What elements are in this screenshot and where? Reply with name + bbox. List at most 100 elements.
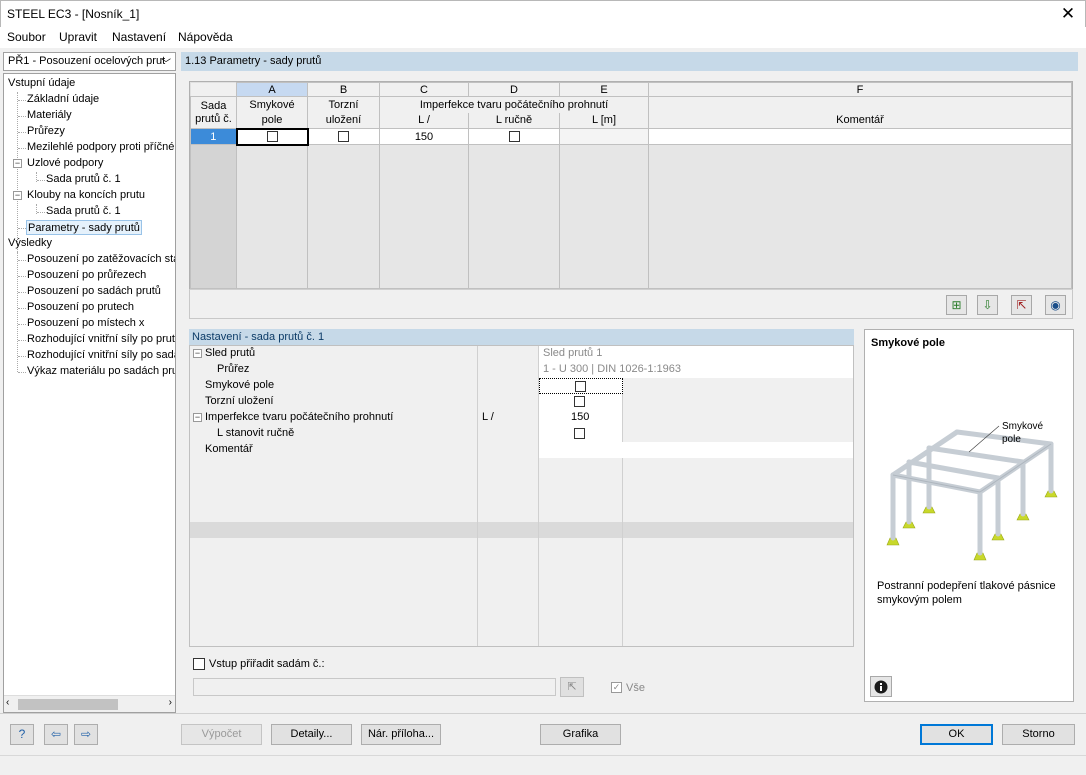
tree-item-zakladni-udaje[interactable]: Základní údaje bbox=[27, 92, 99, 107]
tree-item-sada-1-klouby[interactable]: Sada prutů č. 1 bbox=[46, 204, 121, 219]
status-bar bbox=[0, 755, 1086, 775]
settings-row-prurez[interactable]: Průřez 1 - U 300 | DIN 1026-1:1963 bbox=[190, 362, 853, 378]
info-panel: Smykové pole Smykové pole Postranní pode… bbox=[864, 329, 1074, 702]
assign-input[interactable] bbox=[193, 678, 556, 696]
menu-soubor[interactable]: Soubor bbox=[7, 30, 46, 44]
pick-sets-icon[interactable]: ⇱ bbox=[560, 677, 584, 697]
col-letter-f[interactable]: F bbox=[648, 82, 1072, 97]
col-b-header-bottom: uložení bbox=[307, 112, 380, 129]
prurez-label: Průřez bbox=[217, 363, 250, 375]
settings-row-komentar[interactable]: Komentář bbox=[190, 442, 853, 458]
next-icon[interactable]: ⇨ bbox=[74, 724, 98, 745]
row-header-top: Sada bbox=[200, 99, 227, 112]
tree-item-uzlove-podpory[interactable]: Uzlové podpory bbox=[27, 156, 103, 171]
parameters-grid: A B C D E F Sada prutů č. Smykové Torzní… bbox=[189, 81, 1073, 319]
checkbox-torzni-ulozeni[interactable] bbox=[338, 131, 350, 143]
tree-item-prurezy[interactable]: Průřezy bbox=[27, 124, 65, 139]
tree-item-sily-pruty[interactable]: Rozhodující vnitřní síly po prute bbox=[27, 332, 175, 347]
detaily-button[interactable]: Detaily... bbox=[271, 724, 352, 745]
cell-imperfekce-l[interactable]: 150 bbox=[379, 128, 469, 145]
l-rucne-label: L stanovit ručně bbox=[217, 427, 295, 439]
settings-row-l-rucne[interactable]: L stanovit ručně bbox=[190, 426, 853, 442]
view-eye-icon[interactable]: ◉ bbox=[1045, 295, 1066, 315]
storno-button[interactable]: Storno bbox=[1002, 724, 1075, 745]
settings-row-torzni[interactable]: Torzní uložení bbox=[190, 394, 853, 410]
excel-import-icon[interactable]: ⇩ bbox=[977, 295, 998, 315]
collapse-icon[interactable]: − bbox=[193, 413, 202, 422]
cell-l-rucne[interactable] bbox=[468, 128, 560, 145]
imperfekce-label: Imperfekce tvaru počátečního prohnutí bbox=[205, 411, 394, 423]
navigator-scrollbar[interactable]: ‹ › bbox=[4, 695, 175, 712]
col-letter-b[interactable]: B bbox=[307, 82, 380, 97]
settings-row-smykove[interactable]: Smykové pole bbox=[190, 378, 853, 394]
tree-item-vysledky[interactable]: Výsledky bbox=[8, 236, 52, 251]
case-select-value: PŘ1 - Posouzení ocelových prut bbox=[8, 55, 166, 67]
settings-title: Nastavení - sada prutů č. 1 bbox=[189, 329, 854, 345]
narodni-priloha-button[interactable]: Nár. příloha... bbox=[361, 724, 441, 745]
cell-smykove-pole[interactable] bbox=[235, 127, 309, 146]
navigator-tree: Vstupní údaje Základní údaje Materiály P… bbox=[3, 73, 176, 713]
menu-napoveda[interactable]: Nápověda bbox=[178, 30, 233, 44]
tree-item-parametry-sady[interactable]: Parametry - sady prutů bbox=[26, 220, 142, 235]
tree-item-vstupni-udaje[interactable]: Vstupní údaje bbox=[8, 76, 75, 91]
checkbox-l-rucne[interactable] bbox=[508, 131, 520, 143]
collapse-icon[interactable]: − bbox=[13, 191, 22, 200]
tree-item-posouzeni-zs[interactable]: Posouzení po zatěžovacích stav bbox=[27, 252, 175, 267]
col-a-header-top: Smykové bbox=[236, 96, 308, 113]
collapse-icon[interactable]: − bbox=[193, 349, 202, 358]
imperfekce-unit: L / bbox=[482, 411, 494, 423]
case-select[interactable]: PŘ1 - Posouzení ocelových prut ﹀ bbox=[3, 52, 176, 71]
cell-l-m bbox=[559, 128, 649, 145]
info-description: Postranní podepření tlakové pásnice smyk… bbox=[877, 580, 1056, 606]
assign-label: Vstup přiřadit sadám č.: bbox=[209, 658, 325, 670]
col-a-header-bottom: pole bbox=[236, 112, 308, 129]
col-letter-a[interactable]: A bbox=[236, 82, 308, 97]
cell-torzni-ulozeni[interactable] bbox=[307, 128, 380, 145]
checkbox-smykove-pole-setting[interactable] bbox=[575, 381, 586, 392]
tree-item-posouzeni-sady[interactable]: Posouzení po sadách prutů bbox=[27, 284, 161, 299]
checkbox-smykove-pole[interactable] bbox=[266, 131, 278, 143]
tree-item-sily-sady[interactable]: Rozhodující vnitřní síly po sadác bbox=[27, 348, 175, 363]
menu-upravit[interactable]: Upravit bbox=[59, 30, 97, 44]
tree-item-posouzeni-prurezy[interactable]: Posouzení po průřezech bbox=[27, 268, 146, 283]
collapse-icon[interactable]: − bbox=[13, 159, 22, 168]
close-icon[interactable]: ✕ bbox=[1057, 4, 1079, 24]
assign-checkbox[interactable] bbox=[193, 658, 205, 670]
ok-button[interactable]: OK bbox=[920, 724, 993, 745]
vypocet-button[interactable]: Výpočet bbox=[181, 724, 262, 745]
tree-item-posouzeni-mista[interactable]: Posouzení po místech x bbox=[27, 316, 144, 331]
tree-item-klouby[interactable]: Klouby na koncích prutu bbox=[27, 188, 145, 203]
all-checkbox[interactable]: ✓ bbox=[611, 682, 622, 693]
previous-icon[interactable]: ⇦ bbox=[44, 724, 68, 745]
scroll-right-icon[interactable]: › bbox=[169, 697, 172, 708]
info-icon[interactable] bbox=[870, 676, 892, 697]
help-icon[interactable]: ? bbox=[10, 724, 34, 745]
imperfekce-value[interactable]: 150 bbox=[571, 411, 589, 423]
section-title: 1.13 Parametry - sady prutů bbox=[181, 52, 1078, 71]
col-e-header: L [m] bbox=[559, 112, 649, 129]
tree-item-materialy[interactable]: Materiály bbox=[27, 108, 72, 123]
row-number-1[interactable]: 1 bbox=[190, 128, 237, 145]
settings-row-sled[interactable]: − Sled prutů Sled prutů 1 bbox=[190, 346, 853, 362]
tree-item-mezilehle-podpory[interactable]: Mezilehlé podpory proti příčném bbox=[27, 140, 175, 155]
menu-nastaveni[interactable]: Nastavení bbox=[112, 30, 166, 44]
title-bar: STEEL EC3 - [Nosník_1] ✕ bbox=[0, 0, 1086, 27]
tree-item-posouzeni-pruty[interactable]: Posouzení po prutech bbox=[27, 300, 134, 315]
grafika-button[interactable]: Grafika bbox=[540, 724, 621, 745]
checkbox-l-rucne-setting[interactable] bbox=[574, 428, 585, 439]
select-pointer-icon[interactable]: ⇱ bbox=[1011, 295, 1032, 315]
excel-export-icon[interactable]: ⊞ bbox=[946, 295, 967, 315]
checkbox-torzni-setting[interactable] bbox=[574, 396, 585, 407]
tree-item-sada-1-uzlove[interactable]: Sada prutů č. 1 bbox=[46, 172, 121, 187]
window-title: STEEL EC3 - [Nosník_1] bbox=[7, 7, 140, 21]
scroll-thumb[interactable] bbox=[18, 699, 118, 710]
settings-row-imperfekce[interactable]: − Imperfekce tvaru počátečního prohnutí L… bbox=[190, 410, 853, 426]
col-letter-d[interactable]: D bbox=[468, 82, 560, 97]
sled-value: Sled prutů 1 bbox=[543, 347, 603, 359]
sled-label: Sled prutů bbox=[205, 347, 256, 359]
col-letter-e[interactable]: E bbox=[559, 82, 649, 97]
col-letter-c[interactable]: C bbox=[379, 82, 469, 97]
scroll-left-icon[interactable]: ‹ bbox=[6, 697, 9, 708]
tree-item-vykaz-materialu[interactable]: Výkaz materiálu po sadách prut bbox=[27, 364, 175, 379]
cell-komentar[interactable] bbox=[648, 128, 1072, 145]
